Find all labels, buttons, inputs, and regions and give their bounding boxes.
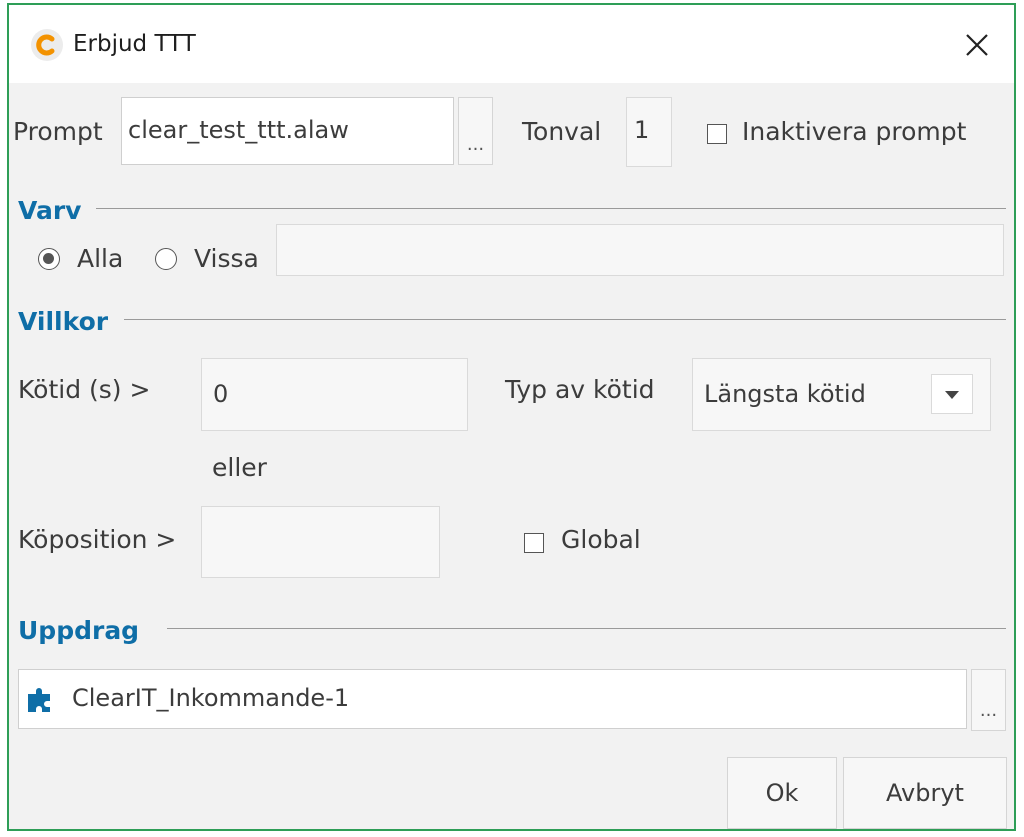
inaktivera-prompt-checkbox[interactable] — [707, 124, 727, 144]
dialog: Erbjud TTT Prompt clear_test_ttt.alaw ..… — [7, 3, 1016, 831]
cancel-button[interactable]: Avbryt — [843, 757, 1007, 829]
prompt-label: Prompt — [13, 117, 103, 146]
title-bar: Erbjud TTT — [9, 5, 1014, 83]
varv-alla-label: Alla — [77, 244, 124, 273]
inaktivera-prompt-label: Inaktivera prompt — [742, 117, 967, 146]
uppdrag-heading: Uppdrag — [18, 616, 140, 645]
global-checkbox[interactable] — [524, 533, 544, 553]
uppdrag-field[interactable]: ClearIT_Inkommande-1 — [18, 669, 967, 729]
koposition-input[interactable] — [201, 506, 440, 578]
chevron-down-icon — [945, 391, 959, 399]
global-label: Global — [561, 525, 641, 554]
app-logo-icon — [31, 29, 63, 61]
kotid-input[interactable]: 0 — [201, 358, 468, 431]
kotid-label: Kötid (s) > — [18, 375, 151, 404]
eller-label: eller — [212, 453, 267, 482]
prompt-input[interactable]: clear_test_ttt.alaw — [121, 97, 454, 165]
window-title: Erbjud TTT — [73, 31, 196, 57]
koposition-label: Köposition > — [18, 525, 177, 554]
tonval-label: Tonval — [522, 117, 602, 146]
villkor-divider — [124, 319, 1006, 320]
dropdown-button[interactable] — [931, 374, 973, 414]
tonval-input[interactable]: 1 — [626, 97, 672, 167]
varv-vissa-radio[interactable] — [155, 248, 177, 270]
puzzle-icon — [28, 688, 50, 712]
typ-av-kotid-label: Typ av kötid — [505, 375, 655, 404]
uppdrag-value: ClearIT_Inkommande-1 — [72, 684, 350, 712]
varv-vissa-label: Vissa — [194, 244, 259, 273]
varv-divider — [96, 208, 1006, 209]
ok-button[interactable]: Ok — [727, 757, 837, 829]
close-icon[interactable] — [959, 27, 995, 63]
prompt-browse-button[interactable]: ... — [458, 97, 493, 165]
typ-av-kotid-select[interactable]: Längsta kötid — [692, 358, 991, 431]
typ-av-kotid-value: Längsta kötid — [704, 380, 866, 408]
varv-alla-radio[interactable] — [38, 248, 60, 270]
varv-heading: Varv — [18, 196, 82, 225]
uppdrag-browse-button[interactable]: ... — [971, 669, 1006, 731]
radio-selected-dot — [43, 253, 54, 264]
villkor-heading: Villkor — [18, 307, 109, 336]
uppdrag-divider — [167, 628, 1006, 629]
varv-vissa-input[interactable] — [276, 224, 1004, 276]
